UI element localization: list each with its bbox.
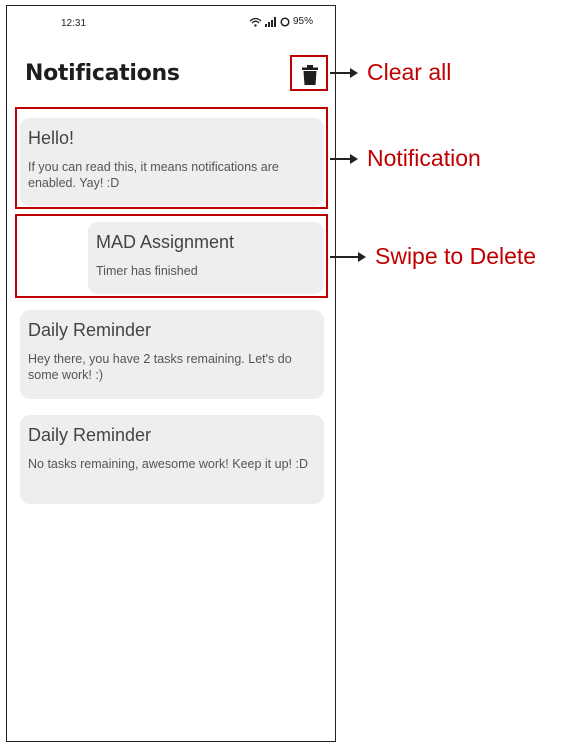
status-icons: 95% bbox=[249, 16, 313, 27]
swipe-delete-highlight bbox=[15, 214, 328, 298]
notification-arrow bbox=[330, 158, 352, 160]
notification-arrow-head bbox=[350, 154, 358, 164]
notification-card[interactable]: Daily Reminder Hey there, you have 2 tas… bbox=[20, 310, 324, 399]
wifi-icon bbox=[249, 17, 262, 27]
notification-card[interactable]: Daily Reminder No tasks remaining, aweso… bbox=[20, 415, 324, 504]
notification-body: Hey there, you have 2 tasks remaining. L… bbox=[28, 352, 292, 382]
battery-percent: 95% bbox=[292, 16, 313, 27]
battery-ring-icon bbox=[280, 16, 290, 27]
notification-title: Daily Reminder bbox=[28, 320, 152, 340]
clear-all-label: Clear all bbox=[367, 59, 452, 85]
swipe-delete-label: Swipe to Delete bbox=[375, 243, 537, 269]
page-title: Notifications bbox=[25, 61, 180, 86]
clear-all-arrow bbox=[330, 72, 352, 74]
notification-title: Daily Reminder bbox=[28, 425, 152, 445]
status-time: 12:31 bbox=[61, 18, 87, 29]
notification-label: Notification bbox=[367, 145, 481, 171]
clear-all-arrow-head bbox=[350, 68, 358, 78]
signal-icon bbox=[264, 16, 277, 27]
notification-body: No tasks remaining, awesome work! Keep i… bbox=[28, 457, 308, 471]
clear-all-highlight bbox=[290, 55, 328, 91]
swipe-delete-arrow bbox=[330, 256, 360, 258]
status-bar: 12:31 95% bbox=[7, 6, 335, 42]
notification-highlight bbox=[15, 107, 328, 209]
swipe-delete-arrow-head bbox=[358, 252, 366, 262]
